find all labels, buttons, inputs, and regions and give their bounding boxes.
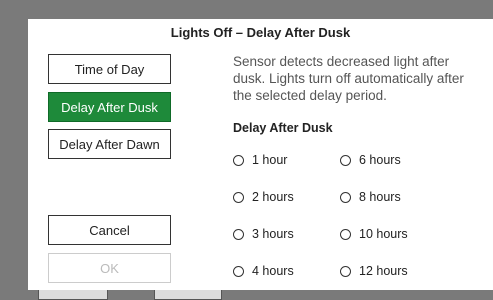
- option-12-hours[interactable]: 12 hours: [340, 263, 408, 279]
- ok-button[interactable]: OK: [48, 253, 171, 283]
- option-label: 1 hour: [252, 153, 288, 167]
- lights-off-dialog: Lights Off – Delay After Dusk Time of Da…: [28, 19, 493, 290]
- option-label: 8 hours: [359, 190, 401, 204]
- option-8-hours[interactable]: 8 hours: [340, 189, 401, 205]
- option-6-hours[interactable]: 6 hours: [340, 152, 401, 168]
- mode-description: Sensor detects decreased light after dus…: [233, 54, 464, 103]
- option-label: 6 hours: [359, 153, 401, 167]
- radio-icon[interactable]: [340, 228, 351, 240]
- radio-icon[interactable]: [340, 154, 351, 166]
- dialog-title: Lights Off – Delay After Dusk: [170, 25, 351, 40]
- section-label: Delay After Dusk: [233, 121, 333, 135]
- radio-icon[interactable]: [233, 191, 244, 203]
- mode-time-of-day-button[interactable]: Time of Day: [48, 54, 171, 84]
- option-4-hours[interactable]: 4 hours: [233, 263, 294, 279]
- radio-icon[interactable]: [233, 154, 244, 166]
- option-1-hour[interactable]: 1 hour: [233, 152, 287, 168]
- option-2-hours[interactable]: 2 hours: [233, 189, 294, 205]
- option-label: 2 hours: [252, 190, 294, 204]
- option-label: 10 hours: [359, 227, 408, 241]
- mode-delay-after-dawn-button[interactable]: Delay After Dawn: [48, 129, 171, 159]
- option-label: 4 hours: [252, 264, 294, 278]
- option-3-hours[interactable]: 3 hours: [233, 226, 294, 242]
- radio-icon[interactable]: [233, 265, 244, 277]
- radio-icon[interactable]: [233, 228, 244, 240]
- option-10-hours[interactable]: 10 hours: [340, 226, 408, 242]
- mode-delay-after-dusk-button[interactable]: Delay After Dusk: [48, 92, 171, 122]
- radio-icon[interactable]: [340, 265, 351, 277]
- option-label: 3 hours: [252, 227, 294, 241]
- radio-icon[interactable]: [340, 191, 351, 203]
- cancel-button[interactable]: Cancel: [48, 215, 171, 245]
- option-label: 12 hours: [359, 264, 408, 278]
